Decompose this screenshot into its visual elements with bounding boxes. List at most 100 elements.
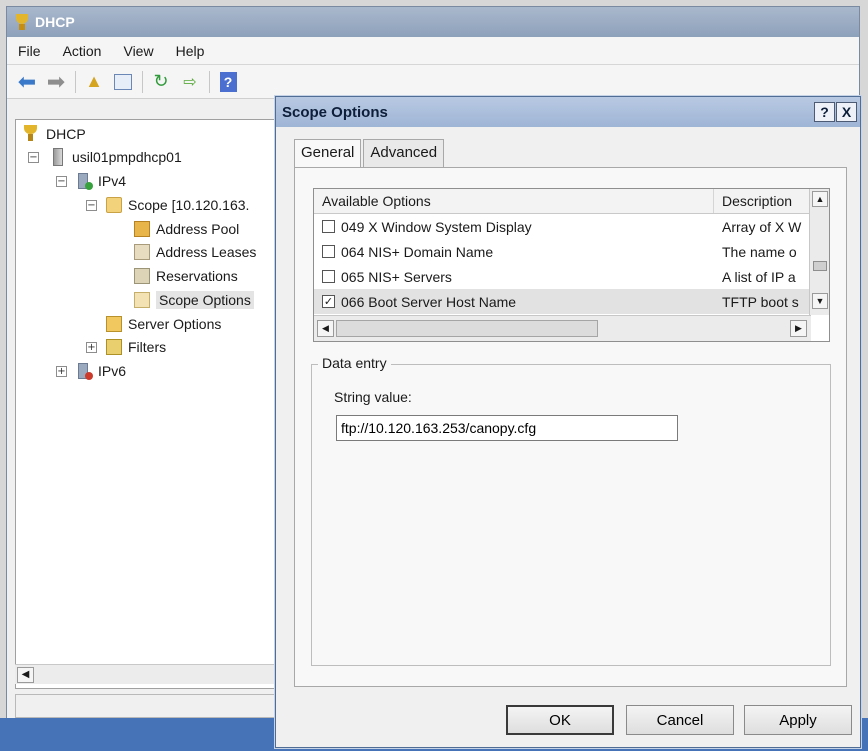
tree-label-ipv4: IPv4 — [98, 173, 127, 189]
tree-node-server[interactable]: usil01pmpdhcp01 — [50, 146, 182, 168]
tree-label-address-leases: Address Leases — [156, 244, 257, 260]
tree-label-address-pool: Address Pool — [156, 221, 240, 237]
help-icon[interactable]: ? — [216, 70, 240, 94]
horizontal-scroll-thumb[interactable] — [336, 320, 598, 337]
tree-node-scope[interactable]: Scope [10.120.163. — [106, 194, 249, 216]
column-header-description[interactable]: Description — [714, 189, 804, 213]
ipv6-icon — [78, 363, 93, 380]
general-tab-panel: Available Options Description 049 X Wind… — [294, 167, 847, 687]
vertical-scroll-thumb[interactable] — [813, 261, 827, 271]
option-description: TFTP boot s — [722, 293, 799, 310]
collapse-scope-icon[interactable]: − — [86, 200, 97, 211]
tab-general[interactable]: General — [294, 139, 362, 168]
option-description: Array of X W — [722, 218, 802, 235]
column-header-available-options[interactable]: Available Options — [314, 189, 714, 213]
ipv4-icon — [78, 173, 93, 190]
tree-node-dhcp[interactable]: DHCP — [22, 123, 86, 145]
dialog-close-button[interactable]: X — [836, 102, 857, 122]
tree-label-filters: Filters — [128, 339, 167, 355]
tree-node-reservations[interactable]: Reservations — [134, 265, 238, 287]
option-checkbox[interactable] — [322, 220, 335, 233]
tree-node-filters[interactable]: Filters — [106, 336, 166, 358]
option-name: 064 NIS+ Domain Name — [341, 243, 494, 260]
scroll-down-arrow-icon[interactable]: ▼ — [812, 293, 828, 309]
dhcp-trophy-icon — [22, 125, 40, 143]
menu-help[interactable]: Help — [165, 43, 216, 59]
data-entry-group-label: Data entry — [318, 355, 391, 371]
menu-view[interactable]: View — [112, 43, 164, 59]
option-checkbox[interactable] — [322, 270, 335, 283]
refresh-icon[interactable]: ↻ — [149, 70, 173, 94]
tree-horizontal-scrollbar[interactable]: ◀ — [15, 664, 280, 684]
toolbar: ⬅ ➡ ▲ ↻ ⇨ ? — [7, 65, 859, 99]
string-value-input[interactable] — [336, 415, 678, 441]
option-checkbox[interactable] — [322, 245, 335, 258]
list-horizontal-scrollbar[interactable]: ◀ ▶ — [314, 315, 811, 341]
dialog-title: Scope Options — [282, 103, 388, 121]
list-header: Available Options Description — [314, 189, 829, 214]
list-item[interactable]: 049 X Window System Display Array of X W — [314, 214, 829, 239]
option-name: 049 X Window System Display — [341, 218, 532, 235]
tree-node-scope-options[interactable]: Scope Options — [134, 289, 254, 311]
toolbar-separator — [75, 70, 76, 93]
menu-file[interactable]: File — [7, 43, 52, 59]
tab-strip: General Advanced — [294, 139, 446, 168]
expand-ipv6-icon[interactable]: + — [56, 366, 67, 377]
toolbar-separator — [142, 70, 143, 93]
back-arrow-icon[interactable]: ⬅ — [15, 69, 39, 94]
ok-button[interactable]: OK — [506, 705, 614, 735]
main-window-title: DHCP — [35, 14, 75, 30]
dialog-help-button[interactable]: ? — [814, 102, 835, 122]
dialog-titlebar[interactable]: Scope Options ? X — [276, 97, 860, 127]
scroll-right-arrow-icon[interactable]: ▶ — [790, 320, 807, 337]
tree-label-scope-options: Scope Options — [156, 291, 254, 309]
scroll-left-arrow-icon[interactable]: ◀ — [17, 667, 34, 683]
address-pool-icon — [134, 221, 150, 237]
list-vertical-scrollbar[interactable]: ▲ ▼ — [809, 189, 829, 315]
option-description: The name o — [722, 243, 797, 260]
list-item-selected[interactable]: ✓ 066 Boot Server Host Name TFTP boot s — [314, 289, 829, 314]
apply-button[interactable]: Apply — [744, 705, 852, 735]
tree-label-dhcp: DHCP — [46, 126, 86, 142]
tree-node-ipv4[interactable]: IPv4 — [78, 170, 126, 192]
show-hide-console-tree-icon[interactable] — [111, 70, 135, 94]
forward-arrow-icon[interactable]: ➡ — [44, 69, 68, 94]
option-name: 066 Boot Server Host Name — [341, 293, 517, 310]
tree-label-scope: Scope [10.120.163. — [128, 197, 250, 213]
tree-node-ipv6[interactable]: IPv6 — [78, 360, 126, 382]
address-leases-icon — [134, 244, 150, 260]
scroll-left-arrow-icon[interactable]: ◀ — [317, 320, 334, 337]
string-value-label: String value: — [334, 389, 412, 405]
filter-funnel-icon — [106, 339, 122, 355]
list-item[interactable]: 064 NIS+ Domain Name The name o — [314, 239, 829, 264]
collapse-ipv4-icon[interactable]: − — [56, 176, 67, 187]
scroll-up-arrow-icon[interactable]: ▲ — [812, 191, 828, 207]
tree-label-reservations: Reservations — [156, 268, 238, 284]
tree-label-server-options: Server Options — [128, 316, 222, 332]
main-titlebar[interactable]: DHCP — [7, 7, 859, 37]
tree-node-server-options[interactable]: Server Options — [106, 313, 221, 335]
tree-label-server: usil01pmpdhcp01 — [72, 149, 182, 165]
console-tree: DHCP − usil01pmpdhcp01 − IPv4 − Scope [1… — [15, 119, 280, 689]
collapse-server-icon[interactable]: − — [28, 152, 39, 163]
data-entry-group: Data entry String value: — [311, 355, 831, 666]
tab-advanced[interactable]: Advanced — [363, 139, 445, 167]
menu-action[interactable]: Action — [52, 43, 113, 59]
option-description: A list of IP a — [722, 268, 796, 285]
dhcp-app-icon — [13, 13, 31, 31]
option-name: 065 NIS+ Servers — [341, 268, 452, 285]
scope-options-dialog: Scope Options ? X General Advanced Avail… — [275, 96, 861, 748]
cancel-button[interactable]: Cancel — [626, 705, 734, 735]
tree-label-ipv6: IPv6 — [98, 363, 127, 379]
expand-filters-icon[interactable]: + — [86, 342, 97, 353]
tree-node-address-pool[interactable]: Address Pool — [134, 218, 239, 240]
tree-node-address-leases[interactable]: Address Leases — [134, 241, 256, 263]
export-list-icon[interactable]: ⇨ — [178, 70, 202, 94]
option-checkbox-checked[interactable]: ✓ — [322, 295, 335, 308]
available-options-list: Available Options Description 049 X Wind… — [313, 188, 830, 342]
toolbar-separator — [209, 70, 210, 93]
menu-bar: File Action View Help — [7, 37, 859, 65]
scope-options-icon — [134, 292, 150, 308]
list-item[interactable]: 065 NIS+ Servers A list of IP a — [314, 264, 829, 289]
up-folder-icon[interactable]: ▲ — [82, 70, 106, 94]
